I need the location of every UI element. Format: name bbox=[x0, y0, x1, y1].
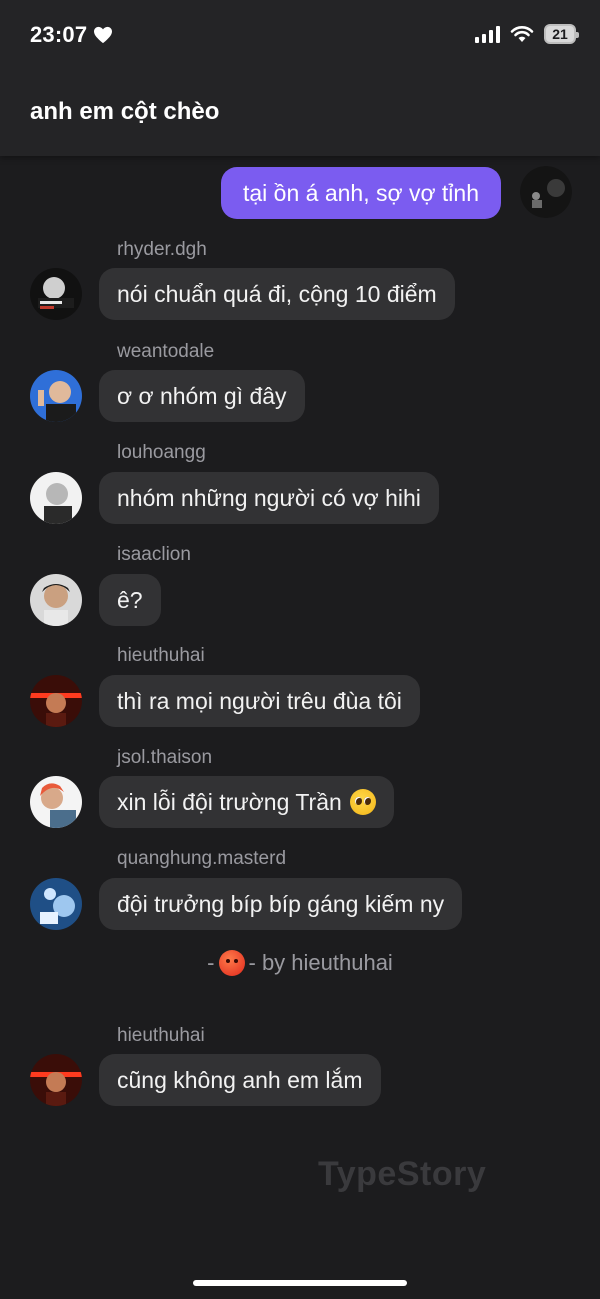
message-text: ê? bbox=[117, 586, 143, 613]
status-indicators: 21 bbox=[475, 24, 579, 44]
battery-icon: 21 bbox=[544, 24, 579, 44]
sender-name: weantodale bbox=[117, 341, 215, 362]
sender-name: jsol.thaison bbox=[117, 747, 213, 768]
message-bubble[interactable]: nhóm những người có vợ hihi bbox=[99, 472, 439, 524]
clock: 23:07 bbox=[30, 22, 88, 47]
sender-name: hieuthuhai bbox=[117, 1025, 205, 1046]
sender-name: quanghung.masterd bbox=[117, 848, 287, 869]
system-notice: - - by hieuthuhai bbox=[0, 950, 600, 976]
avatar[interactable] bbox=[30, 675, 82, 727]
message-bubble[interactable]: nói chuẩn quá đi, cộng 10 điểm bbox=[99, 268, 455, 320]
system-notice-text: - by hieuthuhai bbox=[248, 950, 393, 975]
message-text: đội trưởng bíp bíp gáng kiếm ny bbox=[117, 890, 445, 917]
wifi-icon bbox=[510, 26, 534, 42]
message-bubble[interactable]: cũng không anh em lắm bbox=[99, 1054, 381, 1106]
top-bar: 23:07 21 anh em cột chèo bbox=[0, 0, 600, 156]
sender-name: isaaclion bbox=[117, 544, 191, 565]
own-message-bubble[interactable]: tại ồn á anh, sợ vợ tỉnh bbox=[221, 167, 501, 219]
battery-level: 21 bbox=[552, 26, 568, 42]
cellular-signal-icon bbox=[475, 25, 500, 43]
message-bubble[interactable]: xin lỗi đội trường Trần bbox=[99, 776, 394, 828]
sender-name: rhyder.dgh bbox=[117, 239, 207, 260]
message-text: xin lỗi đội trường Trần bbox=[117, 788, 342, 815]
sender-name: hieuthuhai bbox=[117, 645, 205, 666]
home-indicator[interactable] bbox=[193, 1280, 407, 1286]
chat-title: anh em cột chèo bbox=[30, 98, 220, 125]
status-time: 23:07 bbox=[30, 22, 113, 48]
pleading-face-emoji-icon bbox=[349, 789, 376, 815]
avatar[interactable] bbox=[30, 268, 82, 320]
message-bubble[interactable]: đội trưởng bíp bíp gáng kiếm ny bbox=[99, 878, 463, 930]
own-message-text: tại ồn á anh, sợ vợ tỉnh bbox=[242, 179, 480, 206]
avatar[interactable] bbox=[30, 776, 82, 828]
avatar[interactable] bbox=[30, 1054, 82, 1106]
message-bubble[interactable]: ơ ơ nhóm gì đây bbox=[99, 370, 305, 422]
avatar[interactable] bbox=[30, 574, 82, 626]
message-bubble[interactable]: ê? bbox=[99, 574, 161, 626]
own-avatar[interactable] bbox=[520, 166, 572, 218]
message-text: ơ ơ nhóm gì đây bbox=[117, 382, 287, 409]
system-notice-prefix: - bbox=[207, 950, 215, 975]
message-bubble[interactable]: thì ra mọi người trêu đùa tôi bbox=[99, 675, 420, 727]
avatar[interactable] bbox=[30, 878, 82, 930]
message-text: nhóm những người có vợ hihi bbox=[117, 484, 421, 511]
message-text: thì ra mọi người trêu đùa tôi bbox=[117, 687, 402, 714]
avatar[interactable] bbox=[30, 472, 82, 524]
watermark: TypeStory bbox=[318, 1155, 487, 1193]
angry-face-emoji-icon bbox=[218, 950, 245, 976]
sender-name: louhoangg bbox=[117, 442, 206, 463]
avatar[interactable] bbox=[30, 370, 82, 422]
message-text: cũng không anh em lắm bbox=[117, 1066, 363, 1093]
message-text: nói chuẩn quá đi, cộng 10 điểm bbox=[117, 280, 437, 307]
heart-icon bbox=[94, 26, 113, 44]
